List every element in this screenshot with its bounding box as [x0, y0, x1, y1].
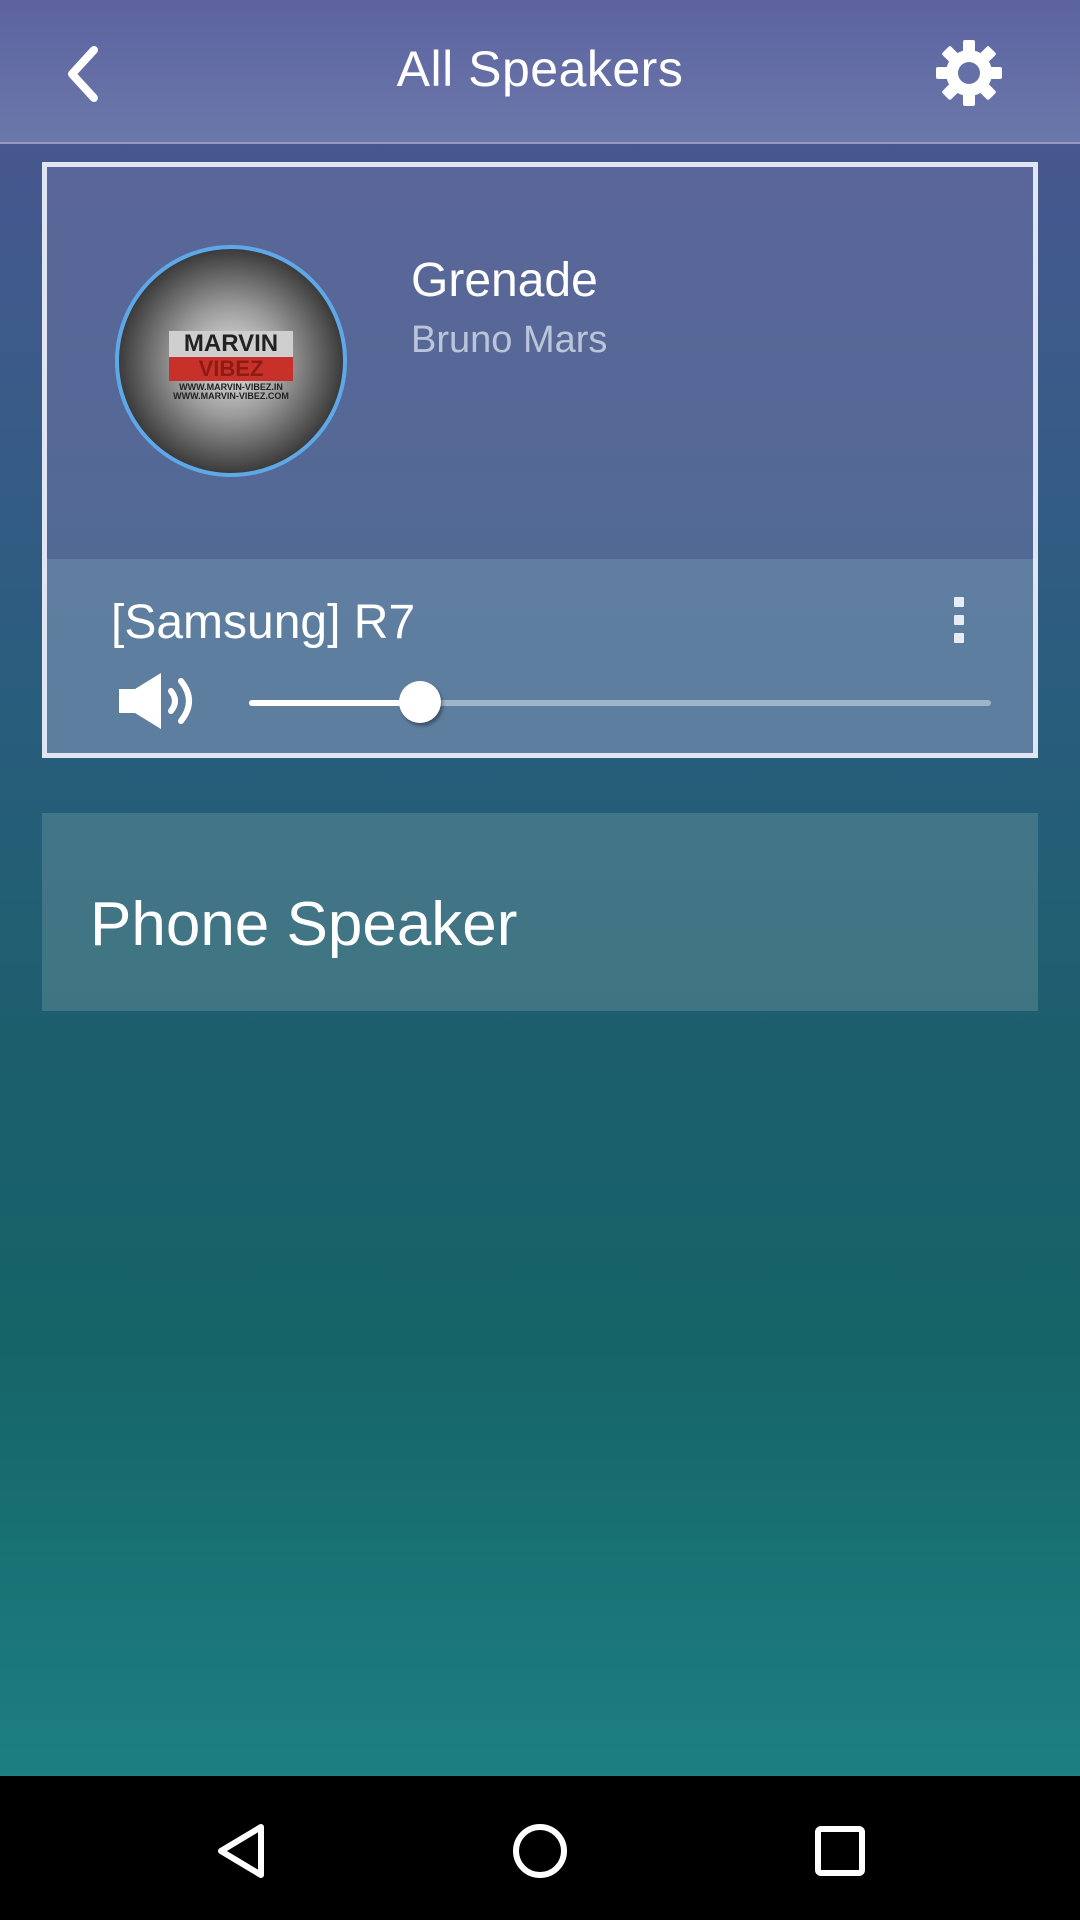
settings-button[interactable] — [934, 38, 1004, 108]
nav-back-button[interactable] — [196, 1806, 286, 1896]
nav-back-icon — [218, 1824, 264, 1878]
more-options-button[interactable] — [939, 585, 979, 655]
track-artist: Bruno Mars — [411, 319, 608, 361]
device-name: [Samsung] R7 — [111, 596, 416, 649]
nav-recents-button[interactable] — [795, 1806, 885, 1896]
top-app-bar: All Speakers — [0, 0, 1080, 144]
album-art-url-text: WWW.MARVIN-VIBEZ.IN WWW.MARVIN-VIBEZ.COM — [173, 382, 289, 401]
nav-recents-icon — [815, 1826, 865, 1876]
active-speaker-card[interactable]: MARVIN VIBEZ WWW.MARVIN-VIBEZ.IN WWW.MAR… — [42, 162, 1038, 758]
album-art-logo-text: MARVIN — [169, 331, 293, 357]
volume-slider-fill — [249, 700, 420, 706]
speaker-volume-icon — [119, 673, 192, 729]
nav-home-button[interactable] — [495, 1806, 585, 1896]
mute-button[interactable] — [117, 671, 199, 731]
volume-slider-thumb[interactable] — [398, 681, 441, 723]
system-nav-bar — [0, 1776, 1080, 1920]
page-title: All Speakers — [396, 41, 684, 97]
album-art-logo-subtext: VIBEZ — [169, 357, 293, 381]
speaker-item-phone[interactable]: Phone Speaker — [42, 813, 1038, 1011]
album-art: MARVIN VIBEZ WWW.MARVIN-VIBEZ.IN WWW.MAR… — [115, 245, 347, 477]
gear-icon — [936, 40, 1002, 106]
nav-home-icon — [513, 1824, 567, 1878]
track-title: Grenade — [411, 254, 598, 307]
device-panel: [Samsung] R7 — [47, 559, 1033, 753]
volume-slider[interactable] — [249, 681, 991, 723]
speaker-item-label: Phone Speaker — [90, 890, 518, 959]
more-vertical-icon — [954, 597, 964, 607]
